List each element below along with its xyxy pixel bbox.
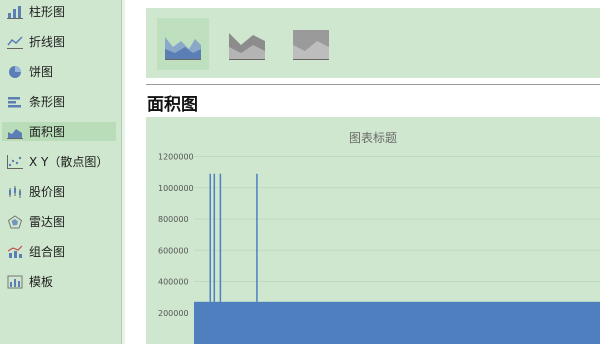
sidebar-item-combo-chart[interactable]: 组合图	[2, 242, 116, 261]
sidebar-item-label: X Y（散点图）	[29, 155, 109, 169]
subtype-area-button[interactable]	[157, 18, 209, 70]
radar-chart-icon	[7, 214, 23, 228]
sidebar-item-radar-chart[interactable]: 雷达图	[2, 212, 116, 231]
sidebar-item-label: 组合图	[29, 245, 66, 259]
scatter-chart-icon	[7, 154, 23, 169]
sidebar-item-pie-chart[interactable]: 饼图	[2, 62, 116, 81]
sidebar-item-label: 饼图	[29, 65, 54, 79]
chart-type-sidebar: 柱形图 折线图 饼图 条形图 面积图 X Y（散点图） 股价图 雷达图 组合图 …	[0, 0, 121, 344]
y-tick-label: 800000	[158, 215, 189, 224]
sidebar-item-line-chart[interactable]: 折线图	[2, 32, 116, 51]
line-chart-icon	[7, 35, 23, 49]
area-series	[194, 301, 600, 344]
combo-chart-icon	[7, 245, 23, 258]
sidebar-item-stock-chart[interactable]: 股价图	[2, 182, 116, 201]
sidebar-item-label: 柱形图	[29, 5, 66, 19]
panel-separator	[121, 0, 125, 344]
y-tick-label: 200000	[158, 309, 189, 318]
sidebar-item-label: 股价图	[29, 185, 66, 199]
horizontal-bar-chart-icon	[8, 96, 21, 107]
stacked-area-icon	[229, 33, 265, 60]
chart-plot: 200000 400000 600000 800000 1000000 1200000	[158, 153, 600, 344]
sidebar-item-label: 折线图	[29, 35, 66, 49]
subtype-stacked-area-button[interactable]	[221, 18, 273, 70]
sidebar-item-bar-chart[interactable]: 柱形图	[2, 2, 116, 21]
y-tick-label: 400000	[158, 278, 189, 287]
pie-chart-icon	[9, 65, 21, 78]
sidebar-item-label: 雷达图	[29, 215, 66, 229]
sidebar-item-label: 条形图	[29, 95, 66, 109]
percent-stacked-area-icon	[293, 30, 329, 60]
area-chart-icon	[7, 128, 23, 139]
y-tick-label: 600000	[158, 246, 189, 255]
template-icon	[7, 275, 23, 288]
sidebar-item-scatter-chart[interactable]: X Y（散点图）	[2, 152, 116, 171]
sidebar-item-horizontal-bar-chart[interactable]: 条形图	[2, 92, 116, 111]
area-icon	[165, 37, 201, 60]
section-divider	[146, 84, 600, 85]
sidebar-item-label: 模板	[29, 275, 54, 289]
bar-chart-icon	[7, 5, 23, 19]
chart-preview: 图表标题 200000 400000 600000 800000 1000000 1200…	[146, 117, 600, 344]
chart-subtype-strip	[146, 8, 600, 78]
sidebar-item-label: 面积图	[29, 125, 66, 139]
section-title: 面积图	[147, 95, 198, 115]
sidebar-item-template[interactable]: 模板	[2, 272, 116, 291]
subtype-percent-stacked-area-button[interactable]	[285, 18, 337, 70]
stock-chart-icon	[9, 185, 21, 198]
y-tick-label: 1200000	[158, 153, 194, 162]
sidebar-item-area-chart[interactable]: 面积图	[2, 122, 116, 141]
y-tick-label: 1000000	[158, 184, 194, 193]
